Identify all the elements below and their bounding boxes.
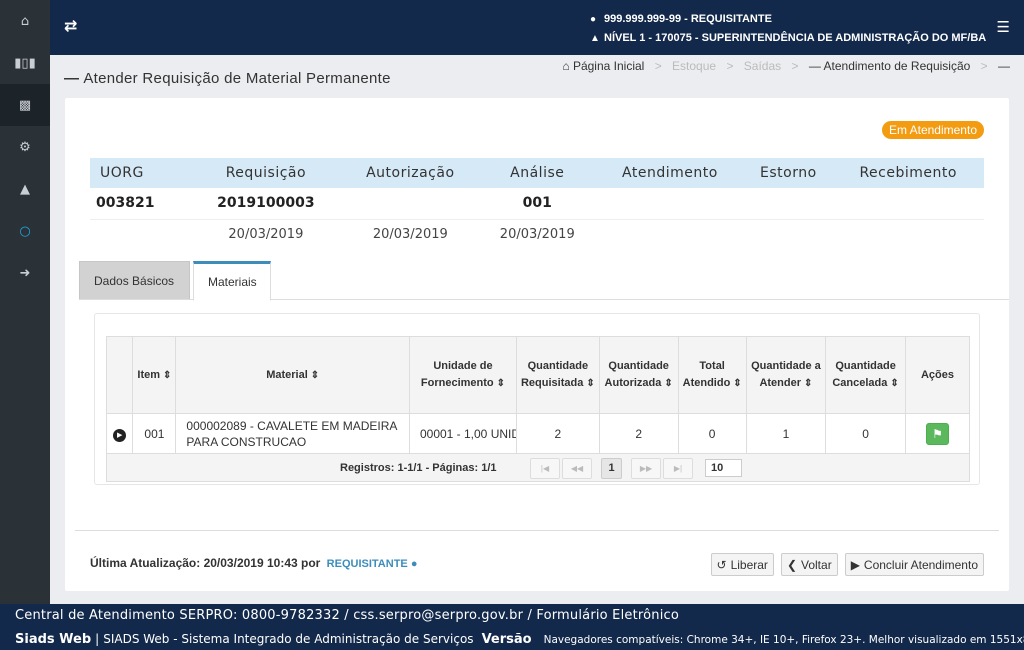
- header-uorg: UORG: [90, 158, 191, 188]
- brand: Siads Web: [15, 632, 92, 647]
- header-acoes: Ações: [904, 336, 971, 414]
- breadcrumb-current: — Atendimento de Requisição: [808, 59, 971, 73]
- gears-icon[interactable]: ⚙: [0, 126, 50, 168]
- last-page-icon[interactable]: ▶|: [663, 458, 693, 479]
- breadcrumb-home[interactable]: Página Inicial: [573, 59, 644, 73]
- requisition-date-row: 20/03/2019 20/03/2019 20/03/2019: [228, 227, 575, 243]
- header-requisicao: Requisição: [190, 158, 342, 188]
- last-update: Última Atualização: 20/03/2019 10:43 por…: [90, 556, 418, 570]
- tab-dados-basicos[interactable]: Dados Básicos: [79, 261, 190, 299]
- sitemap-icon: ▲: [590, 33, 600, 44]
- sort-icon: ⇕: [310, 369, 320, 381]
- compat-note: Navegadores compatíveis: Chrome 34+, IE …: [543, 634, 1024, 646]
- undo-icon: ↺: [716, 557, 727, 572]
- breadcrumb-exits[interactable]: Saídas: [744, 59, 781, 73]
- exchange-icon[interactable]: ⇄: [64, 16, 77, 35]
- expand-row-button[interactable]: ▶: [105, 413, 134, 454]
- support-line: Central de Atendimento SERPRO: 0800-9782…: [15, 608, 680, 623]
- header-qtd-requisitada[interactable]: Quantidade Requisitada ⇕: [515, 336, 600, 414]
- header-atendimento: Atendimento: [595, 158, 745, 188]
- header-qtd-autorizada[interactable]: Quantidade Autorizada ⇕: [598, 336, 679, 414]
- user-link[interactable]: REQUISITANTE ●: [327, 558, 418, 570]
- tab-bar: Dados Básicos Materiais: [79, 261, 1009, 301]
- top-header: ⇄ ● 999.999.999-99 - REQUISITANTE ▲ NÍVEL …: [50, 0, 1024, 55]
- sign-in-icon[interactable]: ➜: [0, 252, 50, 294]
- action-buttons: ↺ Liberar ❮ Voltar ▶ Concluir Atendimento: [710, 553, 984, 576]
- next-page-icon[interactable]: ▶▶: [631, 458, 661, 479]
- requisition-summary-table: UORG Requisição Autorização Análise Aten…: [90, 158, 984, 250]
- sort-icon: ⇕: [890, 378, 899, 389]
- archive-icon[interactable]: ▩: [0, 84, 50, 126]
- sort-icon: ⇕: [664, 378, 673, 389]
- play-circle-icon: ▶: [113, 428, 127, 442]
- divider: [75, 530, 999, 531]
- current-page-button[interactable]: 1: [601, 458, 622, 479]
- home-icon[interactable]: ⌂: [0, 0, 50, 42]
- circle-icon[interactable]: ○: [0, 210, 50, 252]
- sort-icon: ⇕: [733, 378, 742, 389]
- sort-icon: ⇕: [804, 378, 813, 389]
- header-unidade[interactable]: Unidade de Fornecimento ⇕: [408, 336, 517, 414]
- bottom-bar: Central de Atendimento SERPRO: 0800-9782…: [0, 604, 1024, 650]
- hamburger-menu-icon[interactable]: ☰: [997, 18, 1010, 36]
- page-title-text: Atender Requisição de Material Permanent…: [83, 70, 391, 87]
- home-crumb-icon: ⌂: [562, 59, 570, 73]
- header-total-atendido[interactable]: Total Atendido ⇕: [677, 336, 747, 414]
- breadcrumb: ⌂ Página Inicial > Estoque > Saídas > — …: [562, 59, 1010, 73]
- first-page-icon[interactable]: |◀: [530, 458, 560, 479]
- materials-box: Item ⇕ Material ⇕ Unidade de Fornecimento ⇕…: [94, 313, 980, 485]
- play-icon: ▶: [850, 557, 860, 572]
- pagination-info: Registros: 1-1/1 - Páginas: 1/1: [340, 462, 497, 474]
- header-item[interactable]: Item ⇕: [132, 336, 177, 414]
- header-material[interactable]: Material ⇕: [175, 336, 410, 414]
- version-label: Versão: [481, 632, 532, 647]
- expand-column-header: [105, 336, 134, 414]
- header-qtd-a-atender[interactable]: Quantidade a Atender ⇕: [745, 336, 827, 414]
- main-panel: Em Atendimento UORG Requisição Autorizaç…: [65, 98, 1009, 591]
- graduation-cap-icon[interactable]: ▲: [0, 168, 50, 210]
- breadcrumb-stock[interactable]: Estoque: [672, 59, 716, 73]
- header-estorno: Estorno: [744, 158, 833, 188]
- sort-icon: ⇕: [163, 369, 172, 381]
- header-autorizacao: Autorização: [341, 158, 480, 188]
- system-name: SIADS Web - Sistema Integrado de Adminis…: [103, 632, 474, 646]
- header-analise: Análise: [479, 158, 596, 188]
- minus-icon: —: [64, 70, 80, 87]
- user-info: ● 999.999.999-99 - REQUISITANTE ▲ NÍVEL 1 …: [590, 10, 986, 48]
- user-icon: ●: [410, 558, 418, 570]
- sort-icon: ⇕: [496, 378, 506, 389]
- sidebar: ⌂ ▮▯▮ ▩ ⚙ ▲ ○ ➜: [0, 0, 50, 604]
- user-icon: ●: [590, 14, 597, 25]
- header-qtd-cancelada[interactable]: Quantidade Cancelada ⇕: [825, 336, 906, 414]
- chevron-left-icon: ❮: [786, 557, 797, 572]
- pagination-bar: Registros: 1-1/1 - Páginas: 1/1 |◀ ◀◀ 1 …: [106, 454, 970, 482]
- page-size-select[interactable]: 10: [705, 459, 742, 477]
- status-badge: Em Atendimento: [881, 121, 984, 139]
- requisition-number-row: 003821 2019100003 001: [90, 188, 984, 220]
- page-title: — Atender Requisição de Material Permanen…: [64, 70, 391, 87]
- user-id: 999.999.999-99 - REQUISITANTE: [604, 13, 772, 25]
- tag-icon[interactable]: ⚑: [925, 422, 949, 445]
- header-recebimento: Recebimento: [832, 158, 984, 188]
- user-level: NÍVEL 1 - 170075 - SUPERINTENDÊNCIA DE A…: [604, 32, 987, 44]
- prev-page-icon[interactable]: ◀◀: [562, 458, 592, 479]
- tab-materiais[interactable]: Materiais: [193, 261, 271, 301]
- minus-icon: —: [998, 59, 1010, 73]
- concluir-atendimento-button[interactable]: ▶ Concluir Atendimento: [844, 553, 984, 576]
- system-line: Siads Web | SIADS Web - Sistema Integrado …: [15, 632, 1024, 647]
- table-row: ▶ 001 000002089 - CAVALETE EM MADEIRA PA…: [105, 413, 971, 454]
- liberar-button[interactable]: ↺ Liberar: [710, 553, 774, 576]
- sort-icon: ⇕: [586, 378, 595, 389]
- voltar-button[interactable]: ❮ Voltar: [780, 553, 838, 576]
- barcode-icon[interactable]: ▮▯▮: [0, 42, 50, 84]
- materials-table: Item ⇕ Material ⇕ Unidade de Fornecimento ⇕…: [105, 336, 971, 454]
